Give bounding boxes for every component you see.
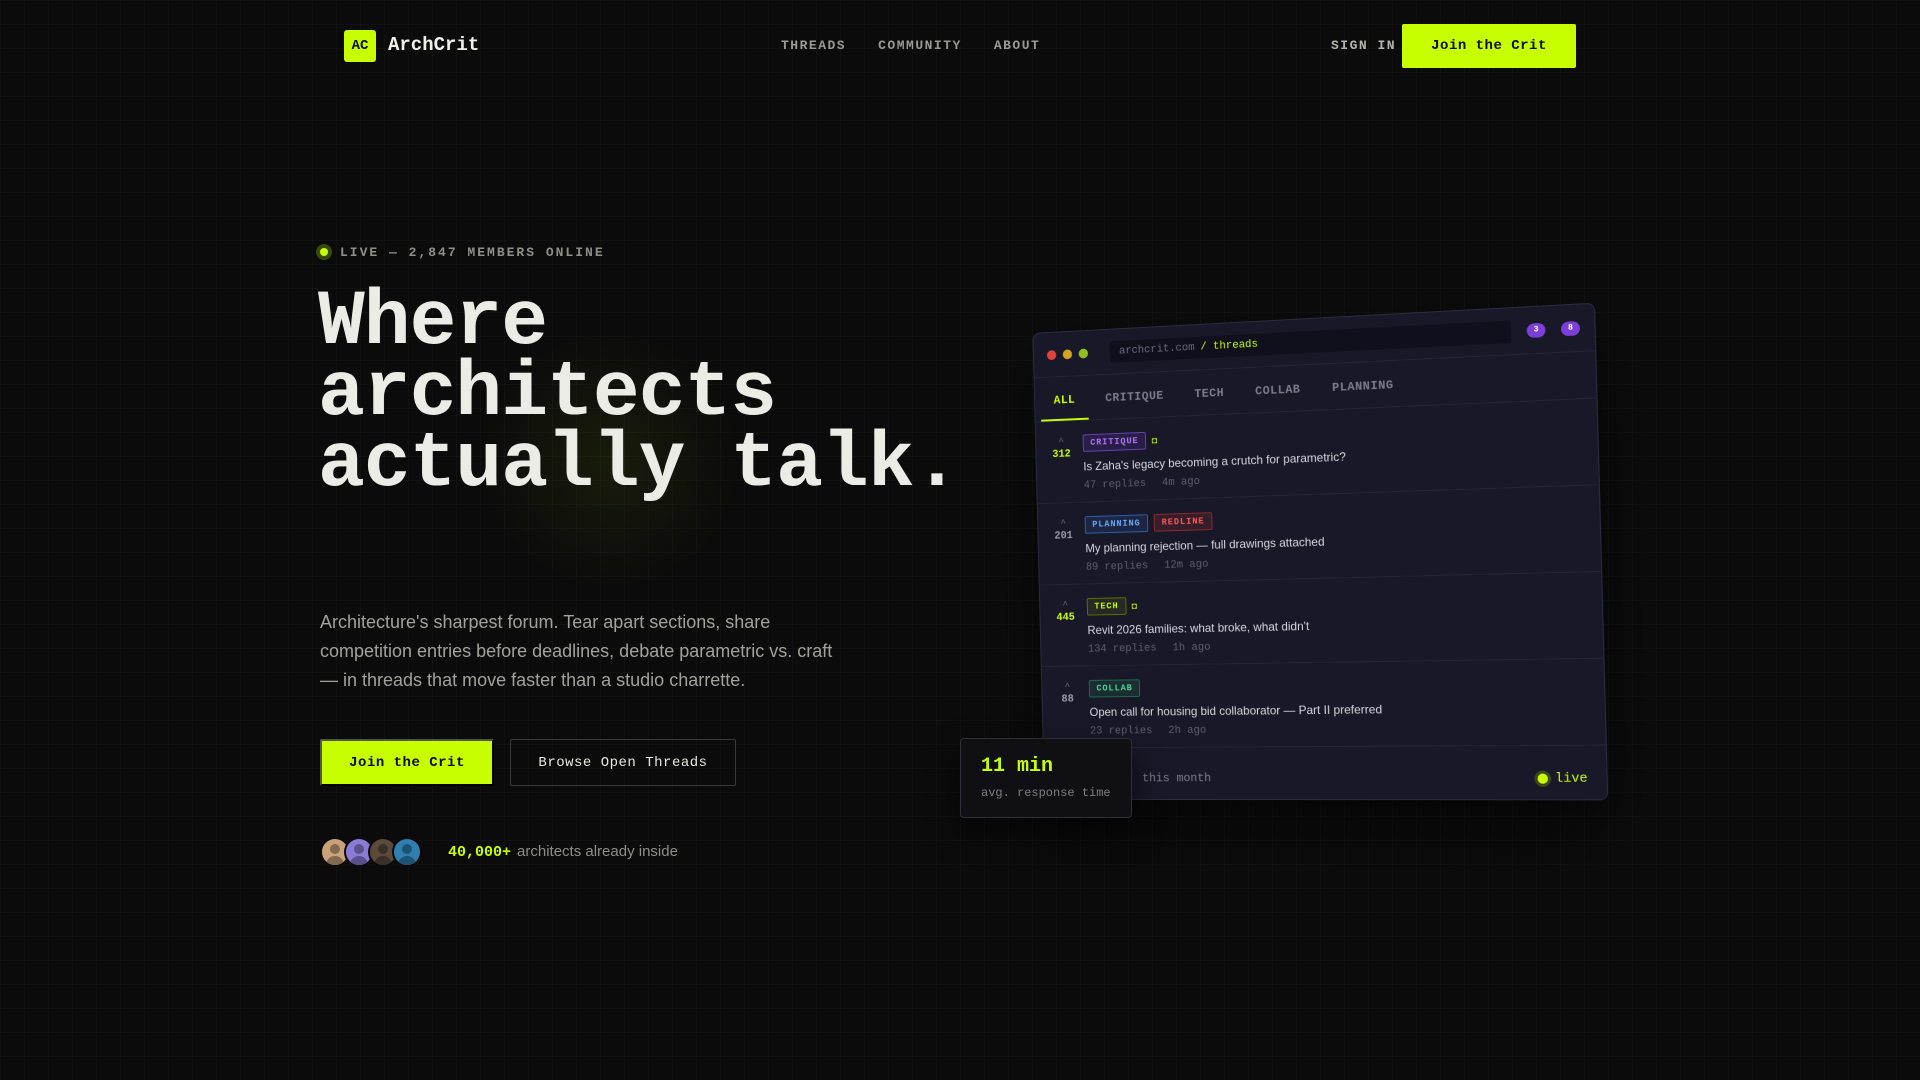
browse-threads-button[interactable]: Browse Open Threads — [510, 739, 736, 786]
member-avatars — [320, 837, 422, 867]
headline-line-1: Where — [318, 279, 548, 367]
headline-line-2: architects — [318, 350, 777, 438]
attachment-icon: ◘ — [1131, 600, 1138, 611]
nav-link-community[interactable]: COMMUNITY — [878, 38, 962, 53]
url-path: / threads — [1200, 338, 1259, 354]
social-proof: 40,000+ architects already inside — [448, 843, 678, 861]
vote-count: 201 — [1054, 530, 1073, 543]
thread-row[interactable]: ^ 445 TECH ◘ Revit 2026 families: what b… — [1039, 571, 1604, 668]
nav-links: THREADS COMMUNITY ABOUT — [781, 38, 1040, 53]
sign-in-link[interactable]: SIGN IN — [1331, 38, 1396, 53]
tab-critique[interactable]: CRITIQUE — [1092, 388, 1178, 419]
reply-count: 23 replies — [1089, 725, 1153, 738]
attachment-icon: ◘ — [1151, 435, 1158, 446]
response-time-value: 11 min — [981, 755, 1054, 778]
tab-tech[interactable]: TECH — [1181, 385, 1238, 415]
top-nav: AC ArchCrit THREADS COMMUNITY ABOUT SIGN… — [0, 0, 1920, 90]
vote-control: ^ 201 — [1047, 518, 1079, 543]
tag-critique: CRITIQUE — [1082, 431, 1147, 452]
logo-mark[interactable]: AC — [344, 30, 376, 62]
reply-count: 89 replies — [1085, 560, 1149, 574]
vote-count: 88 — [1061, 693, 1075, 706]
response-time-label: avg. response time — [981, 786, 1111, 800]
live-dot-icon — [316, 244, 332, 260]
response-time-card: 11 min avg. response time — [960, 738, 1132, 818]
nav-link-about[interactable]: ABOUT — [994, 38, 1041, 53]
avatar — [392, 837, 422, 867]
tag-redline: REDLINE — [1153, 512, 1213, 532]
upvote-icon[interactable]: ^ — [1051, 682, 1083, 694]
hero-headline: Where architects actually talk. — [318, 279, 1018, 509]
thread-title: Open call for housing bid collaborator —… — [1089, 702, 1383, 719]
member-count: 40,000+ — [448, 844, 512, 861]
minimize-dot-icon — [1062, 348, 1073, 359]
vote-count: 312 — [1052, 448, 1071, 461]
live-indicator: LIVE — 2,847 MEMBERS ONLINE — [316, 244, 605, 260]
thread-meta: 134 replies 1h ago — [1088, 635, 1603, 656]
notification-badge: 3 — [1526, 322, 1546, 338]
hero-description: Architecture's sharpest forum. Tear apar… — [320, 612, 833, 690]
nav-link-threads[interactable]: THREADS — [781, 38, 846, 53]
tab-planning[interactable]: PLANNING — [1318, 377, 1408, 409]
thread-tags: TECH ◘ — [1086, 586, 1602, 616]
close-dot-icon — [1046, 349, 1057, 360]
upvote-icon[interactable]: ^ — [1047, 518, 1079, 531]
upvote-icon[interactable]: ^ — [1049, 600, 1081, 612]
thread-row[interactable]: ^ 88 COLLAB Open call for housing bid co… — [1041, 658, 1606, 749]
thread-age: 4m ago — [1161, 476, 1201, 490]
thread-age: 2h ago — [1168, 724, 1207, 737]
threads-preview-window: archcrit.com / threads 3 8 ALL CRITIQUE … — [1032, 302, 1609, 801]
tab-all[interactable]: ALL — [1040, 392, 1089, 422]
headline-line-3: actually talk. — [318, 421, 960, 509]
thread-age: 1h ago — [1172, 641, 1211, 655]
thread-meta: 23 replies 2h ago — [1090, 722, 1606, 738]
tag-tech: TECH — [1086, 597, 1127, 616]
vote-control: ^ 312 — [1045, 437, 1077, 462]
join-button-hero[interactable]: Join the Crit — [320, 739, 494, 786]
vote-control: ^ 445 — [1049, 600, 1081, 624]
tab-collab[interactable]: COLLAB — [1241, 382, 1314, 413]
reply-count: 47 replies — [1083, 477, 1147, 492]
live-badge-label: live — [1554, 770, 1588, 786]
live-dot-icon — [1537, 773, 1548, 784]
live-badge: live — [1537, 770, 1588, 786]
address-bar: archcrit.com / threads — [1109, 319, 1512, 363]
member-caption: architects already inside — [517, 843, 678, 860]
maximize-dot-icon — [1078, 347, 1089, 359]
reply-count: 134 replies — [1087, 642, 1157, 656]
logo-text[interactable]: ArchCrit — [388, 34, 479, 56]
message-badge: 8 — [1560, 320, 1581, 336]
url-domain: archcrit.com — [1118, 341, 1195, 358]
vote-count: 445 — [1056, 611, 1076, 625]
footer-period: this month — [1142, 771, 1212, 786]
thread-title: Revit 2026 families: what broke, what di… — [1087, 619, 1310, 638]
live-members-label: LIVE — 2,847 MEMBERS ONLINE — [340, 244, 605, 260]
tag-collab: COLLAB — [1088, 679, 1141, 698]
vote-control: ^ 88 — [1051, 682, 1083, 706]
thread-age: 12m ago — [1163, 558, 1209, 572]
tag-planning: PLANNING — [1084, 514, 1149, 534]
join-button-nav[interactable]: Join the Crit — [1402, 24, 1576, 68]
thread-tags: COLLAB — [1088, 673, 1605, 698]
